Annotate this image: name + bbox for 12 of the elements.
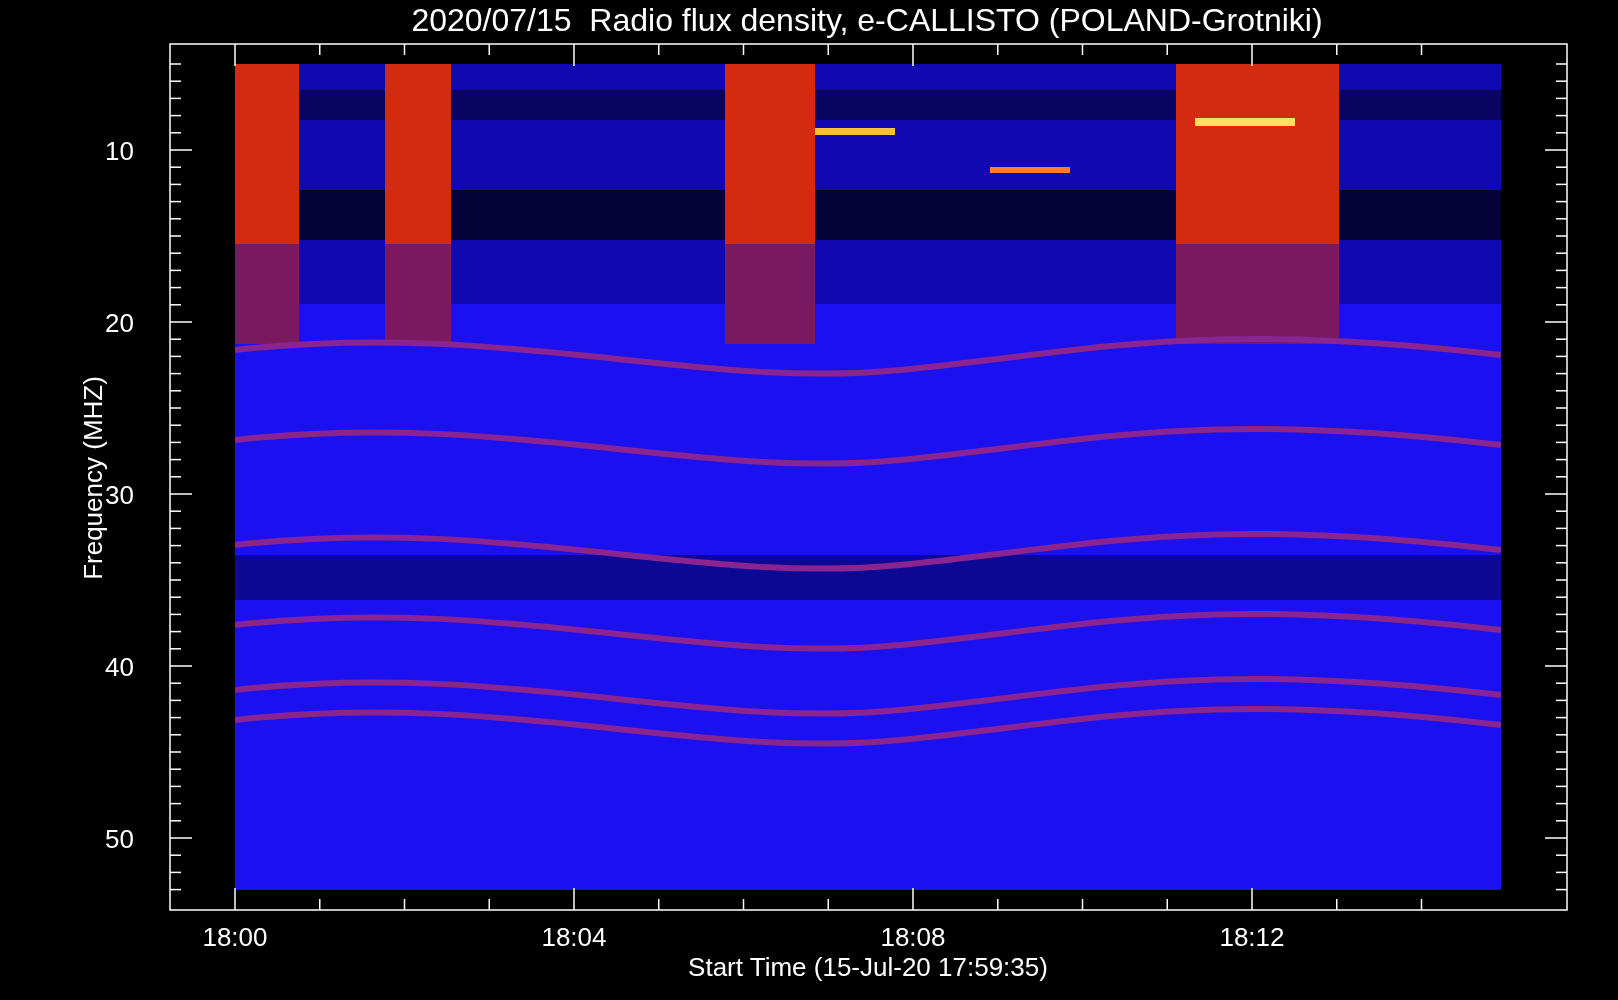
x-axis-label: Start Time (15-Jul-20 17:59:35) <box>688 952 1048 982</box>
x-tick-label: 18:12 <box>1219 922 1285 952</box>
y-tick-label: 50 <box>105 824 134 854</box>
x-tick-label: 18:04 <box>541 922 607 952</box>
x-tick-label: 18:08 <box>880 922 946 952</box>
chart-title: 2020/07/15 Radio flux density, e-CALLISTO (POLAND-Grotniki) <box>411 2 1323 38</box>
x-tick-label: 18:00 <box>202 922 268 952</box>
y-tick-label: 30 <box>105 480 134 510</box>
y-tick-label: 40 <box>105 652 134 682</box>
y-tick-label: 10 <box>105 136 134 166</box>
y-tick-label: 20 <box>105 308 134 338</box>
y-axis-label: Frequency (MHZ) <box>78 376 108 580</box>
